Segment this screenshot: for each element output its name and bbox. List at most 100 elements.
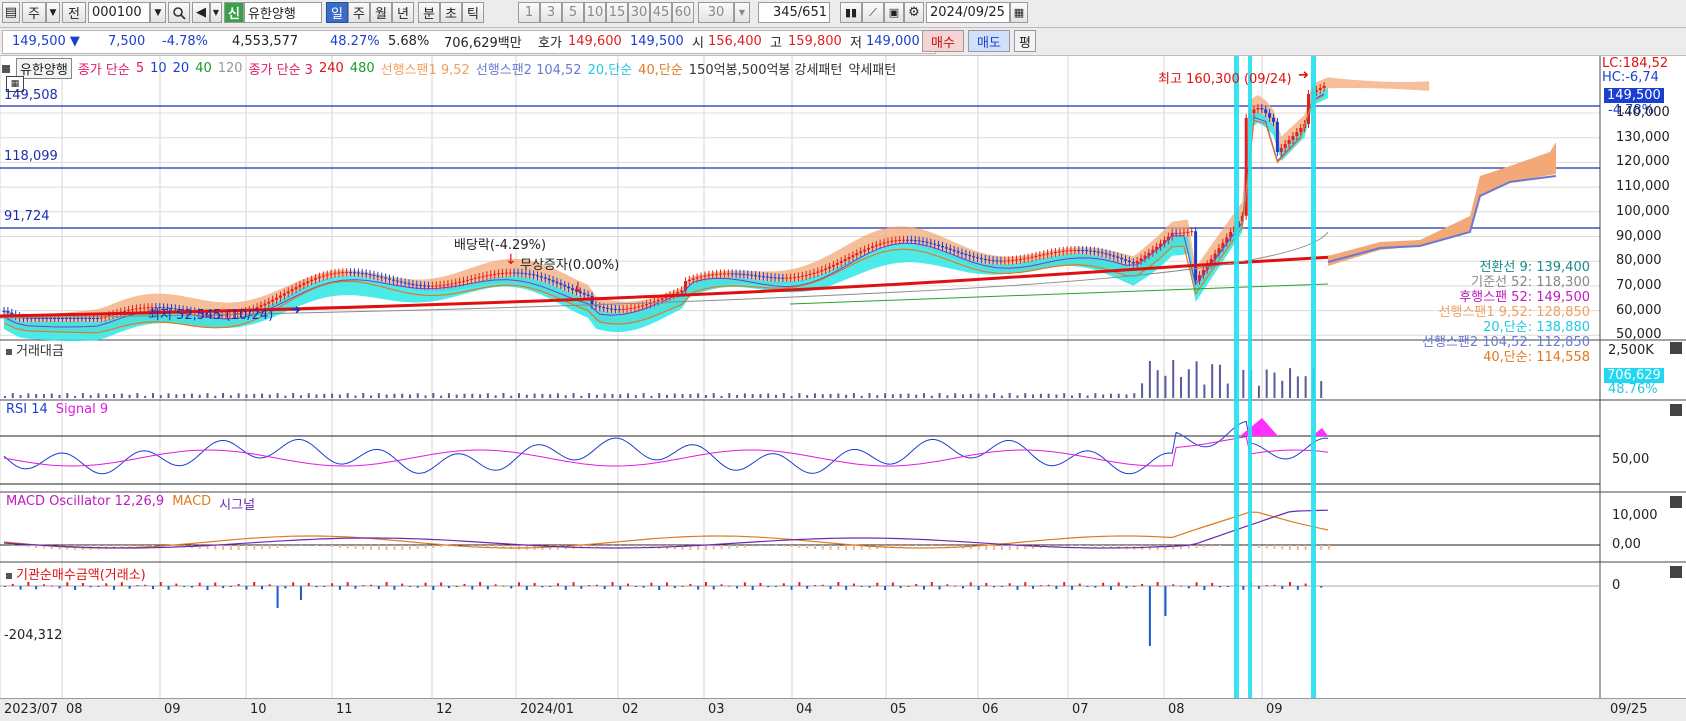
close-pane-icon[interactable] [1670, 404, 1682, 416]
legend-ma5[interactable]: 5 [136, 61, 144, 76]
volume-bar [1118, 394, 1120, 398]
period-tab-tick[interactable]: 틱 [462, 2, 484, 23]
chart-canvas[interactable] [0, 56, 1686, 700]
gear-icon[interactable]: ⚙ [904, 2, 924, 23]
interval-3[interactable]: 3 [540, 2, 562, 23]
pane-menu-icon[interactable] [6, 573, 12, 579]
code-dropdown-icon[interactable]: ▼ [150, 2, 166, 23]
interval-5[interactable]: 5 [562, 2, 584, 23]
volume-bar [830, 394, 832, 398]
macd-histogram-bar [830, 545, 832, 550]
interval-30[interactable]: 30 [628, 2, 650, 23]
sell-button[interactable]: 매도 [968, 30, 1010, 52]
pane-menu-icon[interactable] [2, 65, 10, 73]
rsi-label[interactable]: RSI 14 [6, 402, 48, 417]
lc-label: LC:184,52 [1602, 56, 1668, 71]
macd-histogram-bar [339, 545, 341, 548]
rsi-signal-label[interactable]: Signal 9 [56, 402, 108, 417]
date-input[interactable]: 2024/09/25 [926, 2, 1010, 23]
inst-bar [183, 586, 185, 587]
close-pane-icon[interactable] [1670, 566, 1682, 578]
interval-60[interactable]: 60 [672, 2, 694, 23]
legend-ma20s[interactable]: 20,단순 [588, 59, 633, 78]
inst-bar [214, 582, 216, 586]
prev-button[interactable]: 전 [62, 2, 86, 23]
stock-name-field[interactable]: 유한양행 [244, 2, 322, 23]
chart-area[interactable]: 유한양행 종가 단순 5 10 20 40 120 종가 단순 3 240 48… [0, 56, 1686, 700]
macd-histogram-bar [222, 545, 224, 550]
calendar-icon[interactable]: ▦ [1010, 2, 1028, 23]
chart-menu-icon[interactable]: ▤ [2, 2, 20, 23]
macd-histogram-bar [354, 545, 356, 549]
legend-ma-label[interactable]: 종가 단순 [78, 59, 130, 78]
volume-pane-title[interactable]: 거래대금 [6, 340, 64, 359]
inst-bar [1227, 586, 1229, 587]
close-pane-icon[interactable] [1670, 342, 1682, 354]
pane-menu-icon[interactable] [6, 349, 12, 355]
interval-45[interactable]: 45 [650, 2, 672, 23]
period-tab-second[interactable]: 초 [440, 2, 462, 23]
volume-bar [978, 394, 980, 398]
period-unit-dropdown-icon[interactable]: ▼ [46, 2, 60, 23]
macd-histogram-bar [1320, 545, 1322, 550]
inst-bar [378, 586, 380, 589]
legend-ma240[interactable]: 240 [319, 61, 344, 76]
macd-histogram-bar [277, 545, 279, 548]
stock-code-input[interactable]: 000100 [88, 2, 150, 23]
legend-pattern2[interactable]: 약세패턴 [848, 59, 896, 78]
period-tab-day[interactable]: 일 [326, 2, 348, 23]
legend-ma40[interactable]: 40 [195, 61, 212, 76]
volume-bar [1289, 368, 1291, 398]
speaker-dropdown-icon[interactable]: ▼ [210, 2, 222, 23]
legend-ma2-label[interactable]: 종가 단순 3 [249, 59, 313, 78]
legend-stock-name[interactable]: 유한양행 [16, 58, 72, 79]
speaker-icon[interactable]: ◀ [192, 2, 210, 23]
macd-signal-label[interactable]: 시그널 [219, 494, 255, 513]
period-tab-month[interactable]: 월 [370, 2, 392, 23]
legend-ma10[interactable]: 10 [150, 61, 167, 76]
inst-bar [962, 586, 964, 588]
ma40-readout: 40,단순: 114,558 [1422, 350, 1590, 365]
candle-body [1128, 261, 1131, 262]
close-pane-icon[interactable] [1670, 496, 1682, 508]
interval-custom-input[interactable]: 30 [698, 2, 734, 23]
interval-10[interactable]: 10 [584, 2, 606, 23]
macd-osc-label[interactable]: MACD Oscillator 12,26,9 [6, 494, 164, 513]
search-icon[interactable] [168, 2, 190, 23]
period-unit-select[interactable]: 주 [22, 2, 46, 23]
volume-bar [471, 394, 473, 398]
interval-dropdown-icon[interactable]: ▼ [734, 2, 750, 23]
macd-label[interactable]: MACD [172, 494, 211, 513]
period-tab-minute[interactable]: 분 [418, 2, 440, 23]
legend-ma40s[interactable]: 40,단순 [638, 59, 683, 78]
volume-bar [1320, 381, 1322, 398]
inst-pane-title[interactable]: 기관순매수금액(거래소) [6, 564, 146, 583]
indicator-icon[interactable]: ▮▮ [840, 2, 862, 23]
interval-1[interactable]: 1 [518, 2, 540, 23]
candle-body [793, 277, 796, 278]
inst-bar [448, 586, 450, 588]
legend-ma120[interactable]: 120 [218, 61, 243, 76]
legend-span1[interactable]: 선행스팬1 9,52 [381, 59, 470, 78]
candle-body [283, 293, 286, 295]
x-axis: 2023/0708091011122024/010203040506070809… [0, 698, 1686, 721]
legend-span2[interactable]: 선행스팬2 104,52 [476, 59, 582, 78]
period-tab-year[interactable]: 년 [392, 2, 414, 23]
legend-ma480[interactable]: 480 [350, 61, 375, 76]
interval-15[interactable]: 15 [606, 2, 628, 23]
count-field[interactable]: 345/651 [758, 2, 830, 23]
eval-button[interactable]: 평 [1014, 30, 1036, 52]
candle-body [1256, 108, 1259, 109]
period-tab-week[interactable]: 주 [348, 2, 370, 23]
candle-body [715, 274, 718, 275]
candle-body [1186, 232, 1189, 233]
inst-bar [43, 584, 45, 586]
legend-ma20[interactable]: 20 [173, 61, 190, 76]
candle-body [1003, 261, 1006, 262]
candle-body [1264, 109, 1267, 113]
legend-pattern[interactable]: 150억봉,500억봉 강세패턴 [689, 59, 843, 78]
volume-bar [682, 394, 684, 398]
tools-icon[interactable]: ⟋ [862, 2, 884, 23]
buy-button[interactable]: 매수 [922, 30, 964, 52]
save-icon[interactable]: ▣ [884, 2, 904, 23]
